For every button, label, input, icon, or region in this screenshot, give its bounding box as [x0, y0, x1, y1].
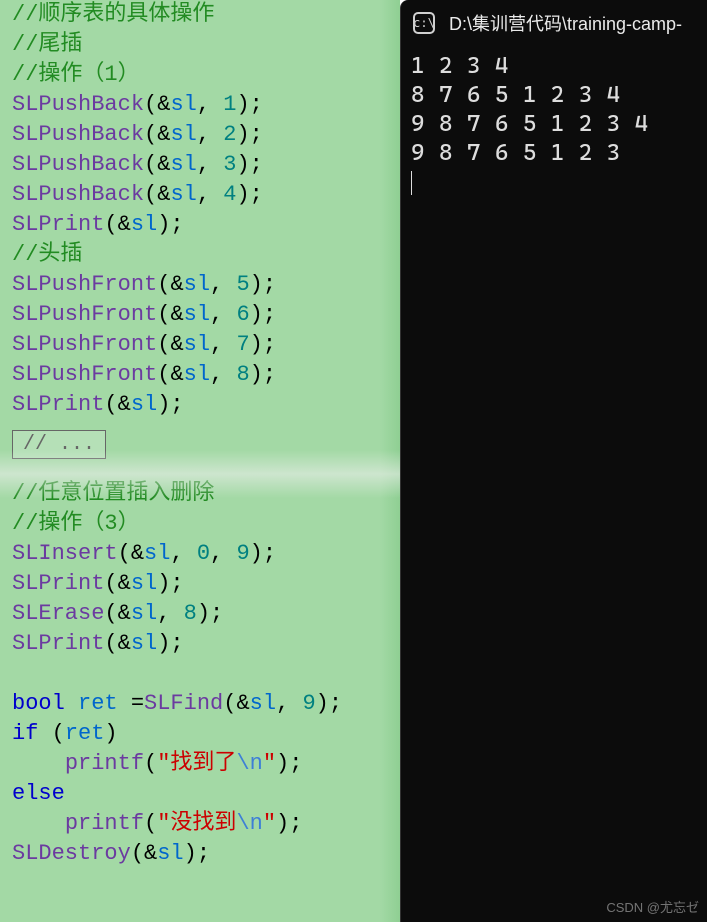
- code-line-blank: [12, 659, 388, 689]
- fold-indicator[interactable]: // ...: [12, 430, 106, 459]
- code-line[interactable]: SLPushFront(&sl, 8);: [12, 360, 388, 390]
- code-line[interactable]: SLPushBack(&sl, 1);: [12, 90, 388, 120]
- terminal-output-line: 9 8 7 6 5 1 2 3: [411, 139, 697, 168]
- code-line[interactable]: //操作（3）: [12, 509, 388, 539]
- code-line[interactable]: //任意位置插入删除: [12, 479, 388, 509]
- terminal-output-line: 8 7 6 5 1 2 3 4: [411, 81, 697, 110]
- code-line[interactable]: SLDestroy(&sl);: [12, 839, 388, 869]
- code-line[interactable]: SLPushBack(&sl, 3);: [12, 150, 388, 180]
- code-line[interactable]: //尾插: [12, 30, 388, 60]
- code-line[interactable]: bool ret =SLFind(&sl, 9);: [12, 689, 388, 719]
- code-line[interactable]: if (ret): [12, 719, 388, 749]
- code-line[interactable]: SLInsert(&sl, 0, 9);: [12, 539, 388, 569]
- cmd-icon: c:\: [413, 12, 435, 34]
- terminal-cursor-line: [411, 168, 697, 197]
- code-line[interactable]: SLPushBack(&sl, 4);: [12, 180, 388, 210]
- code-line[interactable]: printf("没找到\n");: [12, 809, 388, 839]
- cursor-icon: [411, 171, 412, 195]
- terminal-titlebar: c:\ D:\集训营代码\training-camp-: [401, 0, 707, 50]
- code-line[interactable]: SLPushFront(&sl, 7);: [12, 330, 388, 360]
- code-line[interactable]: SLPrint(&sl);: [12, 569, 388, 599]
- terminal-pane[interactable]: c:\ D:\集训营代码\training-camp- 1 2 3 48 7 6…: [400, 0, 707, 922]
- code-line[interactable]: SLPrint(&sl);: [12, 210, 388, 240]
- terminal-output: 1 2 3 48 7 6 5 1 2 3 49 8 7 6 5 1 2 3 49…: [401, 50, 707, 199]
- code-editor-pane[interactable]: //顺序表的具体操作//尾插//操作（1）SLPushBack(&sl, 1);…: [0, 0, 400, 922]
- code-line[interactable]: //顺序表的具体操作: [12, 0, 388, 30]
- terminal-output-line: 1 2 3 4: [411, 52, 697, 81]
- code-line[interactable]: SLErase(&sl, 8);: [12, 599, 388, 629]
- code-line[interactable]: SLPushBack(&sl, 2);: [12, 120, 388, 150]
- terminal-title: D:\集训营代码\training-camp-: [449, 10, 682, 36]
- code-line[interactable]: printf("找到了\n");: [12, 749, 388, 779]
- code-line[interactable]: SLPrint(&sl);: [12, 390, 388, 420]
- code-line[interactable]: SLPushFront(&sl, 6);: [12, 300, 388, 330]
- code-line[interactable]: SLPushFront(&sl, 5);: [12, 270, 388, 300]
- watermark: CSDN @尤忘ゼ: [606, 897, 699, 916]
- code-container: //顺序表的具体操作//尾插//操作（1）SLPushBack(&sl, 1);…: [12, 0, 388, 869]
- code-line[interactable]: //操作（1）: [12, 60, 388, 90]
- terminal-output-line: 9 8 7 6 5 1 2 3 4: [411, 110, 697, 139]
- code-line[interactable]: //头插: [12, 240, 388, 270]
- code-line[interactable]: else: [12, 779, 388, 809]
- code-line[interactable]: SLPrint(&sl);: [12, 629, 388, 659]
